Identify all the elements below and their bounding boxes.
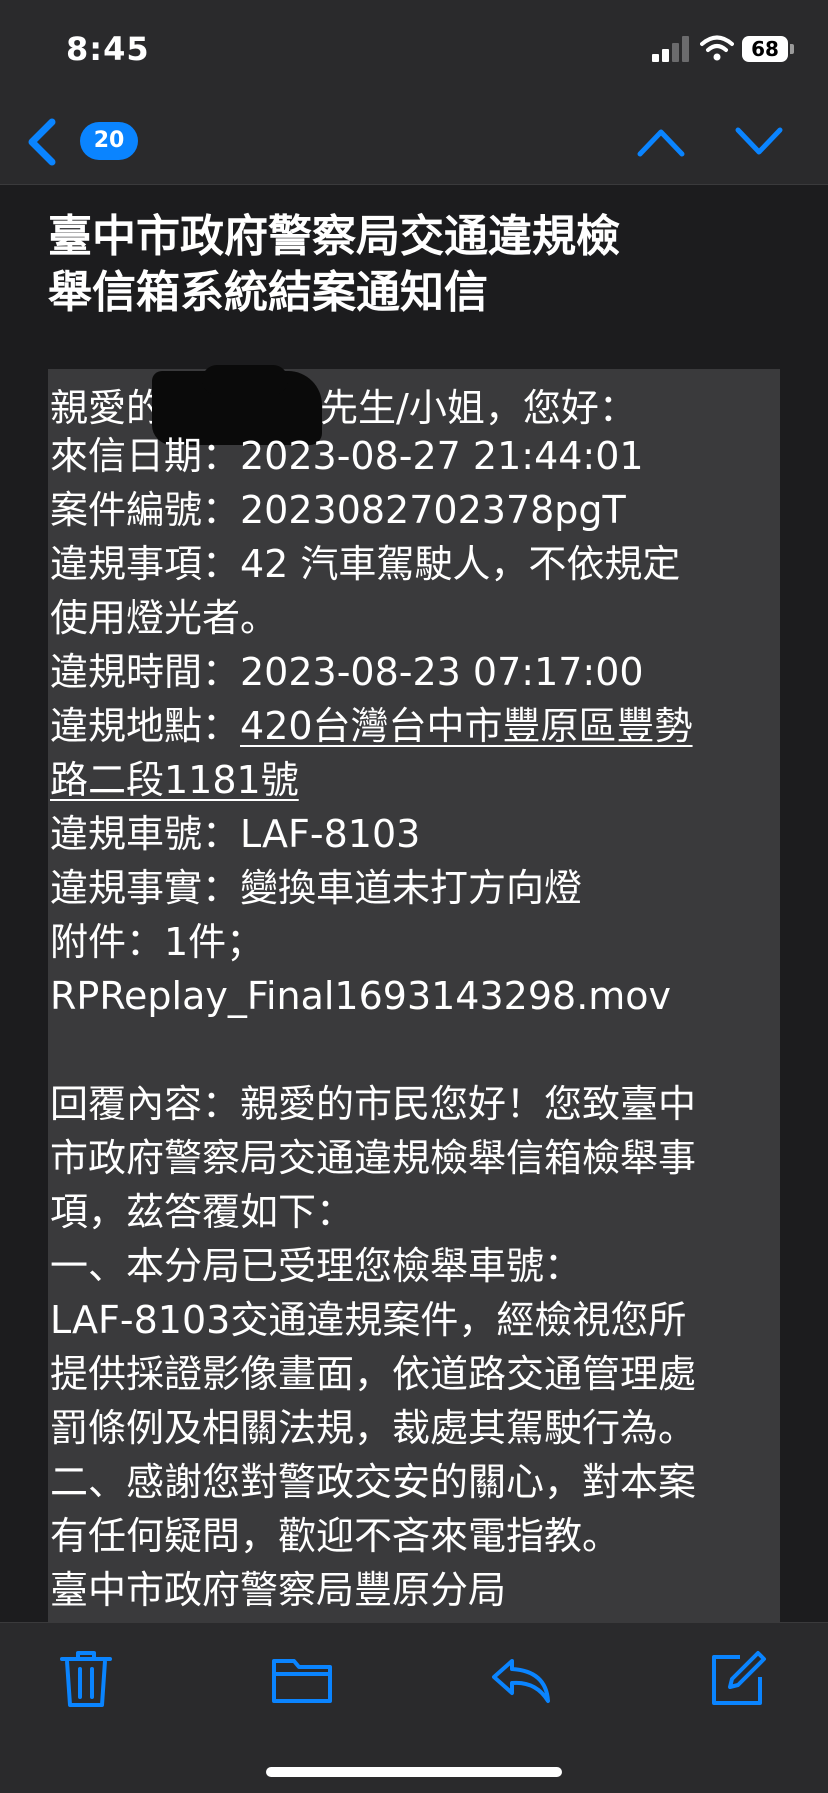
battery-cap (790, 44, 794, 54)
subject-line: 舉信箱系統結案通知信 (48, 267, 488, 318)
body-line: 違規時間：2023-08-23 07:17:00 (50, 650, 644, 694)
reply-line: 臺中市政府警察局豐原分局 (50, 1568, 507, 1612)
location-label: 違規地點： (50, 704, 241, 748)
compose-icon[interactable] (706, 1647, 770, 1711)
reply-line: 市政府警察局交通違規檢舉信箱檢舉事 (50, 1136, 697, 1180)
address-link[interactable]: 路二段1181號 (50, 758, 299, 802)
previous-message-icon[interactable] (636, 120, 686, 164)
greeting-prefix: 親愛的 (50, 386, 165, 430)
greeting-suffix: 先生/小姐，您好： (320, 386, 637, 430)
message-nav-bar: 20 (0, 100, 828, 185)
signal-icon (652, 36, 692, 62)
reply-line: 提供採證影像畫面，依道路交通管理處 (50, 1352, 697, 1396)
body-line: 違規車號：LAF-8103 (50, 812, 421, 856)
location-line: 違規地點：420台灣台中市豐原區豐勢 (50, 699, 693, 753)
body-line: 使用燈光者。 (50, 596, 279, 640)
folder-icon[interactable] (270, 1647, 334, 1711)
reply-line: 有任何疑問，歡迎不吝來電指教。 (50, 1514, 621, 1558)
body-line: 案件編號：2023082702378pgT (50, 488, 626, 532)
email-content[interactable]: 臺中市政府警察局交通違規檢 舉信箱系統結案通知信 親愛的 先生/小姐，您好： 來信… (0, 185, 828, 1622)
reply-line: LAF-8103交通違規案件，經檢視您所 (50, 1298, 687, 1342)
address-link[interactable]: 420台灣台中市豐原區豐勢 (240, 704, 693, 748)
body-line: 來信日期：2023-08-27 21:44:01 (50, 434, 644, 478)
status-bar: 8:45 68 (0, 0, 828, 100)
wifi-icon (700, 35, 734, 61)
body-line: 違規事實：變換車道未打方向燈 (50, 866, 583, 910)
bottom-toolbar (0, 1622, 828, 1793)
redacted-name-mark (202, 365, 288, 395)
location-line: 路二段1181號 (50, 753, 299, 807)
email-subject: 臺中市政府警察局交通違規檢 舉信箱系統結案通知信 (48, 209, 788, 321)
reply-line: 回覆內容：親愛的市民您好！您致臺中 (50, 1082, 697, 1126)
reply-icon[interactable] (490, 1647, 554, 1711)
battery-icon: 68 (742, 36, 788, 62)
status-time: 8:45 (66, 30, 150, 68)
body-line: 附件：1件； (50, 920, 265, 964)
body-line: 違規事項：42 汽車駕駛人，不依規定 (50, 542, 681, 586)
reply-line: 一、本分局已受理您檢舉車號： (50, 1244, 583, 1288)
home-indicator (266, 1767, 562, 1777)
unread-count-badge[interactable]: 20 (80, 122, 138, 160)
subject-line: 臺中市政府警察局交通違規檢 (48, 211, 620, 262)
email-body: 親愛的 先生/小姐，您好： 來信日期：2023-08-27 21:44:01 案件… (48, 365, 780, 1622)
reply-line: 項，茲答覆如下： (50, 1190, 355, 1234)
attachment-name[interactable]: RPReplay_Final1693143298.mov (50, 969, 671, 1023)
trash-icon[interactable] (54, 1647, 118, 1711)
back-chevron-icon[interactable] (22, 114, 62, 170)
reply-line: 罰條例及相關法規，裁處其駕駛行為。 (50, 1406, 697, 1450)
reply-line: 二、感謝您對警政交安的關心，對本案 (50, 1460, 697, 1504)
greeting-line: 親愛的 先生/小姐，您好： (50, 381, 637, 435)
next-message-icon[interactable] (734, 120, 784, 164)
